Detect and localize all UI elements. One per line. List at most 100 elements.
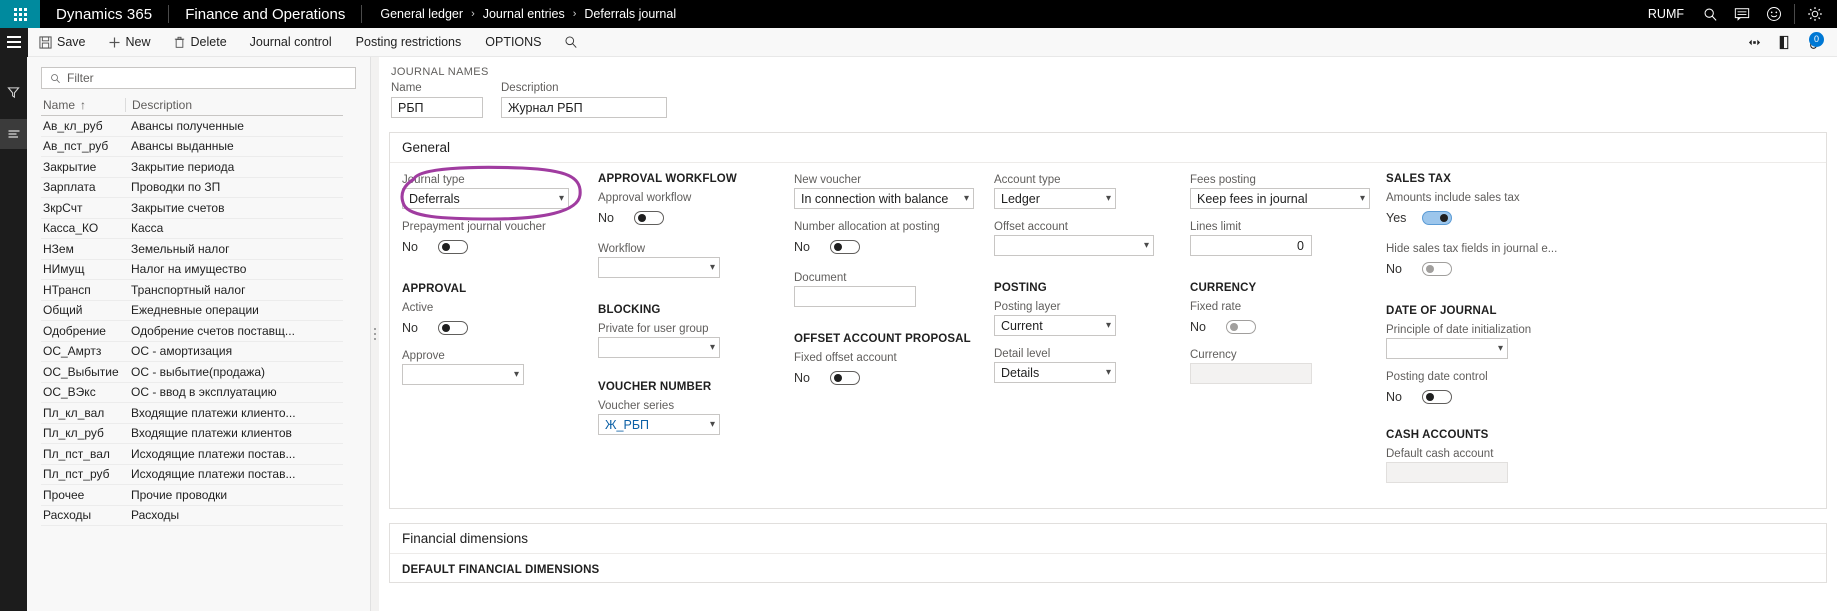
detail-level-select[interactable]: Details ▾ [994, 362, 1116, 383]
tab-journal-control[interactable]: Journal control [238, 28, 344, 57]
breadcrumb-item-journal-entries[interactable]: Journal entries [483, 7, 565, 21]
account-type-select[interactable]: Ledger ▾ [994, 188, 1116, 209]
journal-type-select[interactable]: Deferrals ▾ [402, 188, 569, 209]
fixed-rate-toggle[interactable] [1226, 320, 1256, 334]
attachments-icon[interactable]: 0 [1799, 28, 1829, 57]
approval-group-title: APPROVAL [402, 283, 467, 295]
description-input[interactable]: Журнал РБП [501, 97, 667, 118]
share-icon[interactable] [1739, 28, 1769, 57]
table-row[interactable]: Ав_кл_руб Авансы полученные [41, 116, 343, 137]
principle-of-date-initialization-select[interactable]: ▾ [1386, 338, 1508, 359]
table-row[interactable]: Общий Ежедневные операции [41, 301, 343, 321]
search-icon [51, 73, 60, 83]
breadcrumb-item-general-ledger[interactable]: General ledger [380, 7, 463, 21]
smiley-icon[interactable] [1758, 0, 1790, 28]
table-row[interactable]: Ав_пст_руб Авансы выданные [41, 137, 343, 157]
table-row[interactable]: Одобрение Одобрение счетов поставщ... [41, 321, 343, 342]
save-button[interactable]: Save [28, 28, 97, 57]
cell-name: Расходы [43, 508, 92, 523]
search-icon[interactable] [554, 28, 588, 57]
table-row[interactable]: ОС_Выбытие ОС - выбытие(продажа) [41, 362, 343, 383]
document-input[interactable] [794, 286, 916, 307]
chevron-down-icon: ▾ [558, 192, 564, 204]
general-fasttab-header[interactable]: General [390, 133, 1826, 163]
journal-type-value: Deferrals [409, 191, 460, 206]
private-for-user-group-select[interactable]: ▾ [598, 337, 720, 358]
posting-date-control-toggle[interactable] [1422, 390, 1452, 404]
table-row[interactable]: ЗкрСчт Закрытие счетов [41, 198, 343, 219]
name-input[interactable]: РБП [391, 97, 483, 118]
posting-layer-select[interactable]: Current ▾ [994, 315, 1116, 336]
voucher-series-select[interactable]: Ж_РБП ▾ [598, 414, 720, 435]
detail-level-field: Detail level Details ▾ [994, 347, 1190, 383]
open-in-new-window-icon[interactable] [1769, 28, 1799, 57]
search-icon[interactable] [1694, 0, 1726, 28]
funnel-filter-icon[interactable] [0, 77, 27, 107]
approval-active-value: No [402, 321, 418, 335]
chevron-down-icon: ▾ [1143, 239, 1149, 251]
fixed-offset-account-toggle[interactable] [830, 371, 860, 385]
approve-field: Approve ▾ [402, 349, 598, 385]
cell-description: Прочие проводки [131, 487, 228, 502]
new-voucher-label: New voucher [794, 174, 862, 186]
column-header-description[interactable]: Description [125, 98, 343, 112]
breadcrumb-item-deferrals-journal[interactable]: Deferrals journal [584, 7, 676, 21]
table-row[interactable]: ОС_ВЭкс ОС - ввод в эксплуатацию [41, 383, 343, 403]
column-header-name[interactable]: Name ↑ [41, 98, 125, 112]
brand-title[interactable]: Dynamics 365 [40, 6, 168, 23]
workflow-select[interactable]: ▾ [598, 257, 720, 278]
delete-button[interactable]: Delete [162, 28, 238, 57]
approve-select[interactable]: ▾ [402, 364, 524, 385]
approval-active-toggle[interactable] [438, 321, 468, 335]
table-row[interactable]: Касса_КО Касса [41, 219, 343, 239]
cell-name: ЗкрСчт [43, 200, 83, 215]
fees-posting-select[interactable]: Keep fees in journal ▾ [1190, 188, 1370, 209]
financial-dimensions-fasttab-header[interactable]: Financial dimensions [390, 524, 1826, 554]
table-row[interactable]: Пл_пст_руб Исходящие платежи постав... [41, 465, 343, 485]
currency-input [1190, 363, 1312, 384]
table-row[interactable]: ОС_Амртз ОС - амортизация [41, 342, 343, 362]
table-row[interactable]: Пл_пст_вал Исходящие платежи постав... [41, 444, 343, 465]
tab-options[interactable]: OPTIONS [473, 28, 553, 57]
currency-group-title: CURRENCY [1190, 282, 1257, 294]
account-type-field: Account type Ledger ▾ [994, 173, 1190, 209]
feedback-icon[interactable] [1726, 0, 1758, 28]
table-row[interactable]: НТрансп Транспортный налог [41, 280, 343, 301]
hide-sales-tax-fields-field: Hide sales tax fields in journal e... No [1386, 242, 1591, 279]
default-cash-account-label: Default cash account [1386, 448, 1494, 460]
table-row[interactable]: Пл_кл_руб Входящие платежи клиентов [41, 424, 343, 444]
new-voucher-select[interactable]: In connection with balance ▾ [794, 188, 974, 209]
hamburger-menu-icon[interactable] [0, 27, 28, 57]
amounts-include-sales-tax-toggle[interactable] [1422, 211, 1452, 225]
voucher-series-label: Voucher series [598, 400, 675, 412]
table-row[interactable]: Расходы Расходы [41, 506, 343, 526]
table-row[interactable]: Пл_кл_вал Входящие платежи клиенто... [41, 403, 343, 424]
tab-posting-restrictions[interactable]: Posting restrictions [344, 28, 474, 57]
app-launcher-icon[interactable] [0, 0, 40, 28]
table-row[interactable]: Зарплата Проводки по ЗП [41, 178, 343, 198]
table-row[interactable]: НЗем Земельный налог [41, 239, 343, 260]
panel-splitter[interactable] [371, 57, 379, 611]
top-navigation-bar: Dynamics 365 Finance and Operations Gene… [0, 0, 1837, 28]
action-pane-right-tools: 0 [1739, 28, 1837, 57]
table-row[interactable]: Прочее Прочие проводки [41, 485, 343, 506]
offset-account-select[interactable]: ▾ [994, 235, 1154, 256]
voucher-number-group-title: VOUCHER NUMBER [598, 381, 712, 393]
list-view-icon[interactable] [0, 119, 27, 149]
settings-gear-icon[interactable] [1799, 0, 1831, 28]
prepayment-journal-voucher-field: Prepayment journal voucher No [402, 220, 598, 257]
module-title[interactable]: Finance and Operations [169, 6, 361, 23]
table-row[interactable]: Закрытие Закрытие периода [41, 157, 343, 178]
blocking-group-title: BLOCKING [598, 304, 661, 316]
journal-names-grid: Name ↑ Description Ав_кл_руб Авансы получ… [41, 95, 343, 526]
prepayment-journal-voucher-toggle[interactable] [438, 240, 468, 254]
cell-name: НТрансп [43, 282, 91, 297]
new-button[interactable]: New [97, 28, 162, 57]
number-allocation-toggle[interactable] [830, 240, 860, 254]
lines-limit-input[interactable]: 0 [1190, 235, 1312, 256]
company-label[interactable]: RUMF [1638, 7, 1694, 21]
table-row[interactable]: НИмущ Налог на имущество [41, 260, 343, 280]
approval-workflow-toggle[interactable] [634, 211, 664, 225]
hide-sales-tax-fields-toggle[interactable] [1422, 262, 1452, 276]
filter-input[interactable]: Filter [41, 67, 356, 89]
